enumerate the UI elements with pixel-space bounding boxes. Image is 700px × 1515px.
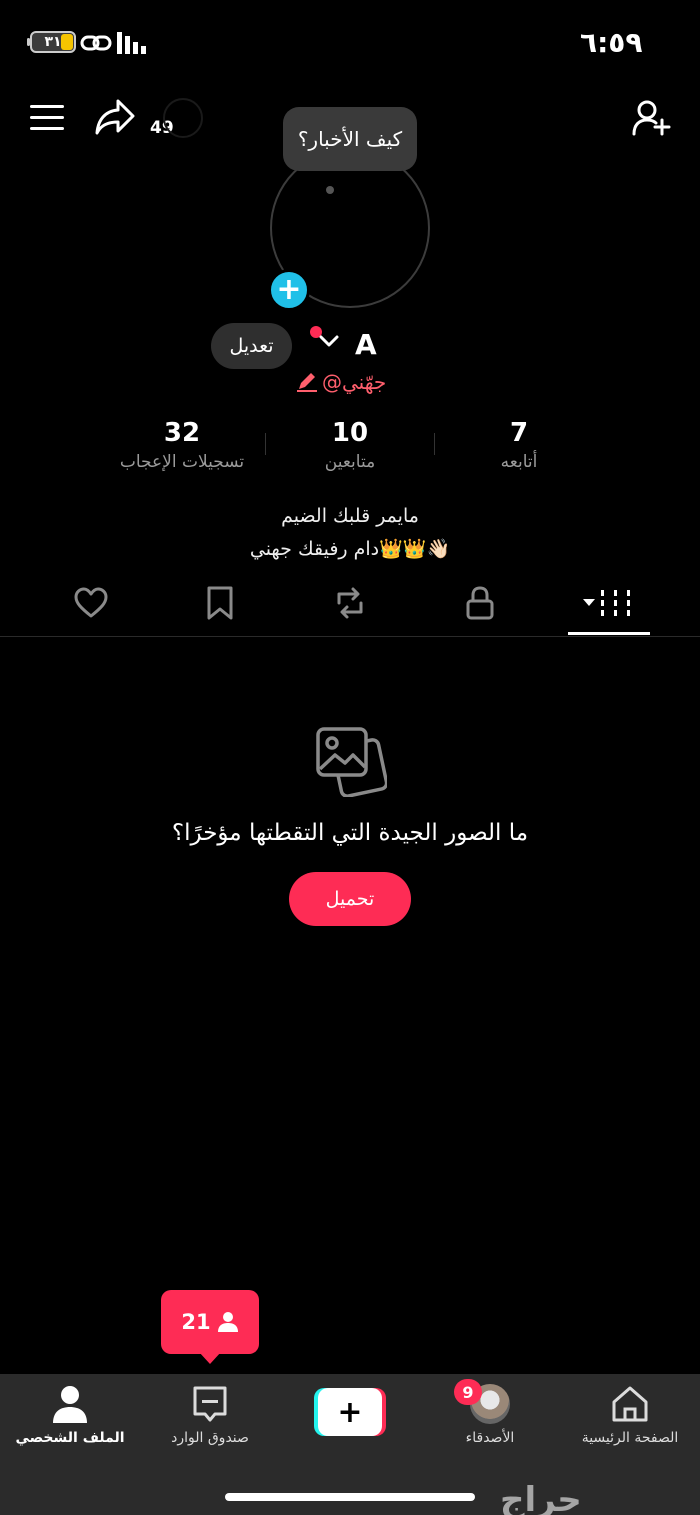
status-time: ٦:٥٩ bbox=[580, 26, 643, 59]
repost-icon[interactable] bbox=[331, 585, 369, 621]
story-ring bbox=[163, 98, 203, 138]
new-followers-count: 21 bbox=[181, 1310, 211, 1334]
note-bubble-dot bbox=[326, 186, 334, 194]
nav-home-label: الصفحة الرئيسية bbox=[581, 1430, 679, 1446]
edit-profile-button[interactable]: تعديل bbox=[211, 323, 292, 369]
signal-icon bbox=[117, 32, 146, 54]
nav-friends-label: الأصدقاء bbox=[465, 1430, 515, 1446]
watermark-text: حراج bbox=[500, 1480, 582, 1515]
followers-label: متابعين bbox=[324, 452, 376, 472]
popup-tail bbox=[199, 1352, 221, 1364]
upload-button[interactable]: تحميل bbox=[289, 872, 411, 926]
home-indicator[interactable] bbox=[225, 1493, 475, 1501]
stat-divider bbox=[434, 433, 435, 455]
link-icon bbox=[80, 35, 112, 51]
nav-inbox[interactable]: صندوق الوارد bbox=[140, 1384, 280, 1446]
stat-divider bbox=[265, 433, 266, 455]
tab-divider bbox=[0, 636, 700, 637]
home-icon bbox=[612, 1386, 648, 1422]
inbox-icon bbox=[193, 1386, 227, 1422]
active-tab-indicator bbox=[568, 632, 650, 635]
add-avatar-button[interactable]: + bbox=[268, 269, 310, 311]
photos-icon bbox=[316, 727, 387, 797]
stat-following[interactable]: 7 أتابعه bbox=[439, 418, 599, 472]
username[interactable]: @جهّني bbox=[296, 370, 386, 394]
stat-followers[interactable]: 10 متابعين bbox=[270, 418, 430, 472]
nav-profile-label: الملف الشخصي bbox=[15, 1430, 125, 1446]
chevron-down-icon[interactable] bbox=[318, 333, 340, 349]
pencil-icon bbox=[297, 373, 317, 392]
add-friend-icon[interactable] bbox=[632, 99, 672, 137]
nav-home[interactable]: الصفحة الرئيسية bbox=[560, 1384, 700, 1446]
empty-state-message: ما الصور الجيدة التي التقطتها مؤخرًا؟ bbox=[171, 820, 529, 846]
likes-label: تسجيلات الإعجاب bbox=[119, 452, 245, 472]
following-label: أتابعه bbox=[500, 452, 538, 472]
private-icon[interactable] bbox=[464, 585, 496, 621]
following-count: 7 bbox=[509, 418, 529, 448]
share-icon[interactable] bbox=[94, 98, 136, 136]
create-button[interactable]: + bbox=[314, 1388, 386, 1436]
nav-friends[interactable]: الأصدقاء bbox=[420, 1384, 560, 1446]
liked-icon[interactable] bbox=[73, 585, 109, 621]
bio-line-2: دام رفيقك جهني👑👑👋🏻 bbox=[249, 538, 451, 560]
videos-grid-icon[interactable] bbox=[582, 585, 634, 621]
plus-icon: + bbox=[318, 1388, 382, 1436]
person-icon bbox=[217, 1312, 238, 1332]
stat-likes[interactable]: 32 تسجيلات الإعجاب bbox=[102, 418, 262, 472]
note-bubble[interactable]: كيف الأخبار؟ bbox=[283, 107, 417, 171]
friends-badge: 9 bbox=[454, 1379, 482, 1405]
followers-count: 10 bbox=[331, 418, 369, 448]
nav-inbox-label: صندوق الوارد bbox=[171, 1430, 249, 1446]
likes-count: 32 bbox=[163, 418, 201, 448]
menu-icon[interactable] bbox=[30, 104, 64, 132]
battery-indicator: ٣١ bbox=[30, 31, 76, 53]
profile-icon bbox=[53, 1386, 87, 1423]
nav-profile[interactable]: الملف الشخصي bbox=[0, 1384, 140, 1446]
saved-icon[interactable] bbox=[205, 585, 235, 621]
profile-name: A bbox=[355, 328, 377, 361]
new-followers-popup[interactable]: 21 bbox=[161, 1290, 259, 1354]
bio-line-1: مايمر قلبك الضيم bbox=[281, 505, 419, 527]
